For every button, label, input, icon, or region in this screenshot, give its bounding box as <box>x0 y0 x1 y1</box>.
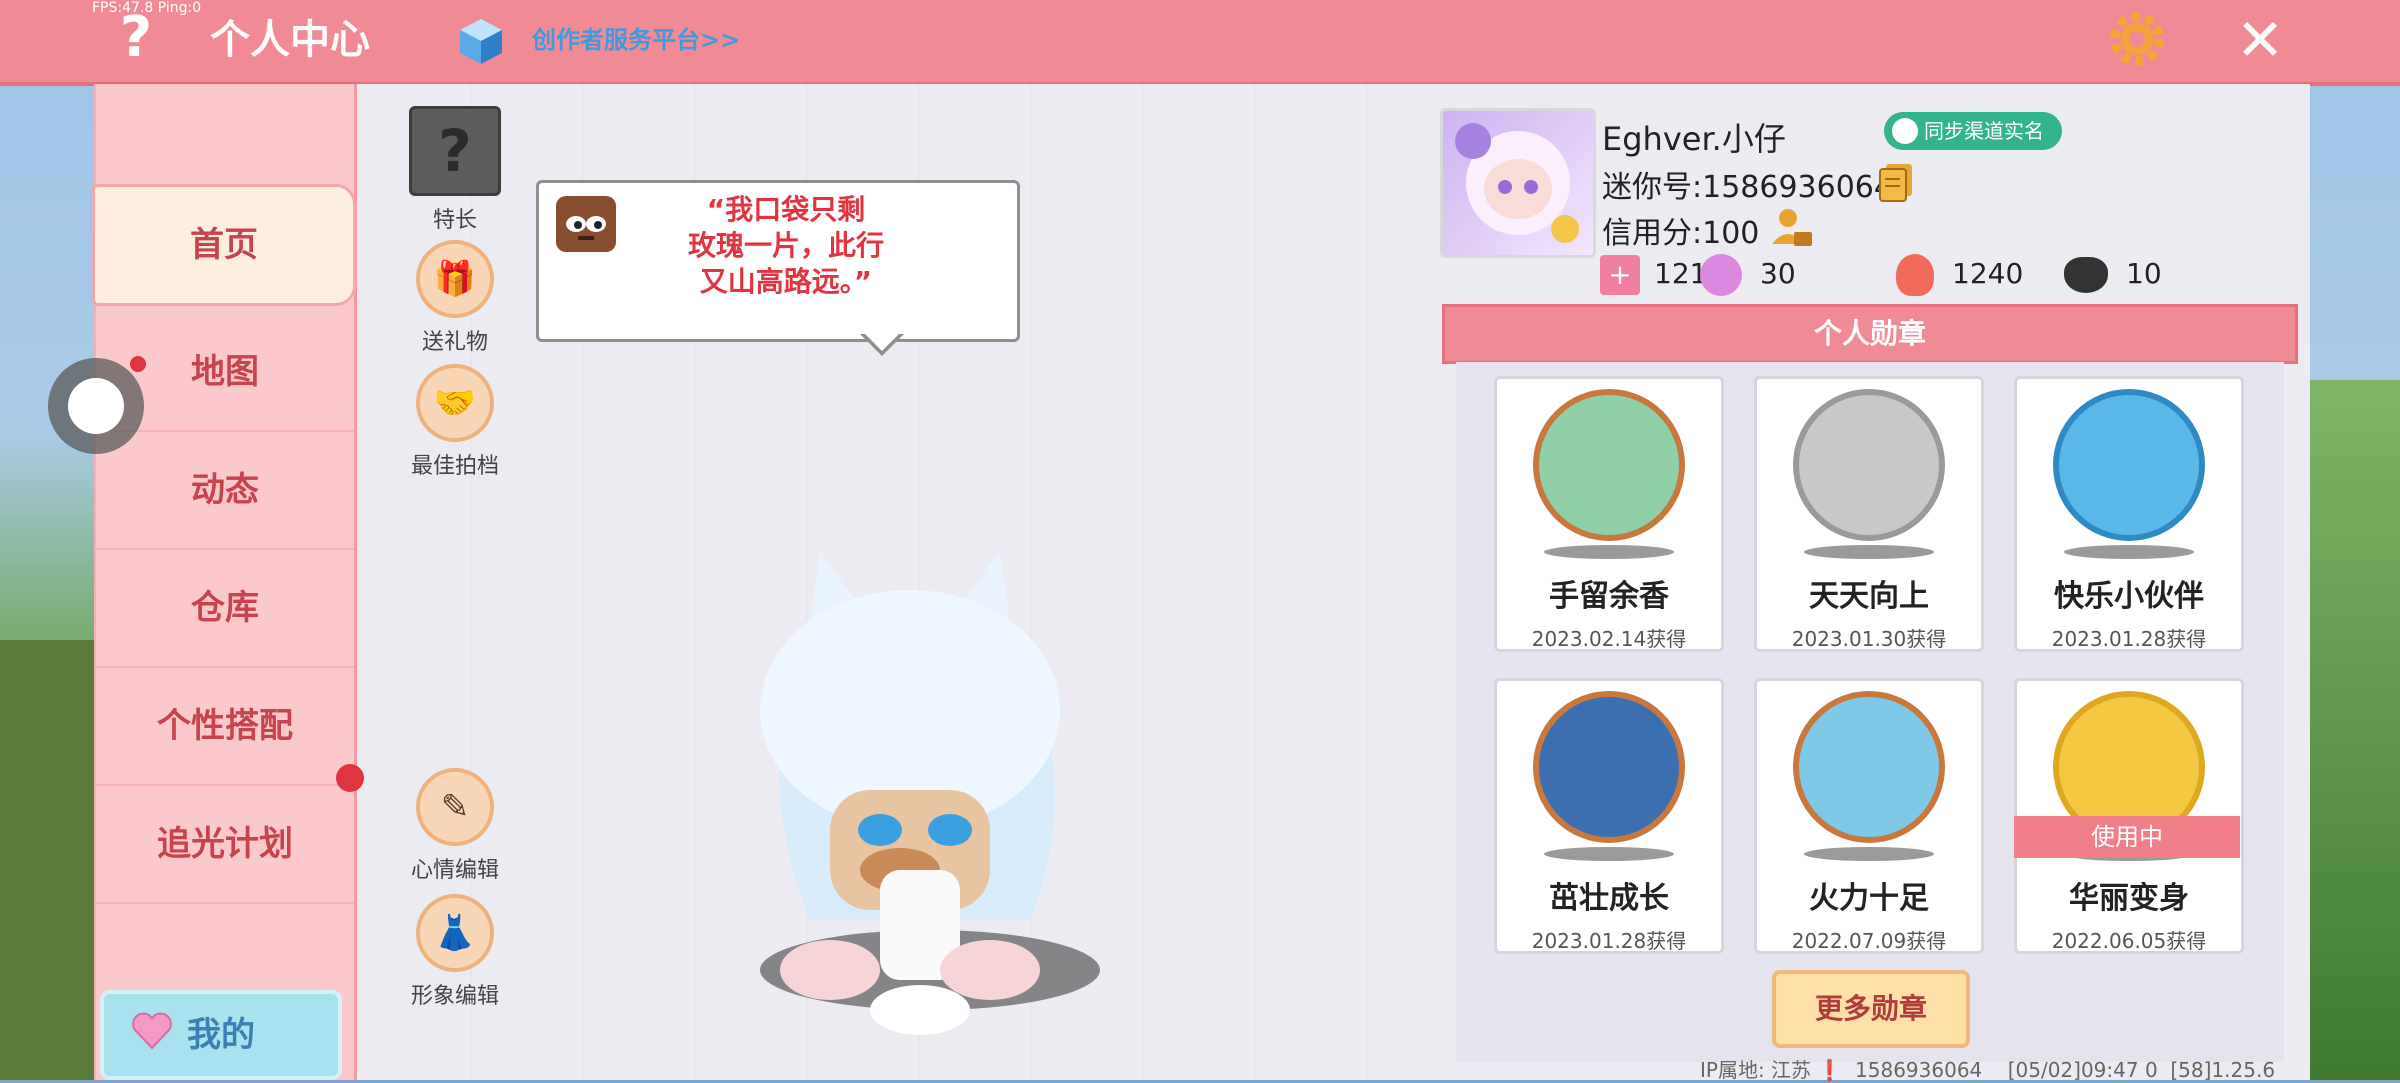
hearts-icon <box>2064 257 2108 293</box>
bubble-tail-fill <box>863 332 901 351</box>
profile-avatar[interactable] <box>1440 108 1596 258</box>
mini-id: 迷你号:1586936064 <box>1602 170 1893 205</box>
stat-popularity-value: 1240 <box>1952 257 2024 290</box>
sidebar-item-warehouse[interactable]: 仓库 <box>96 550 354 668</box>
mood-edit-label: 心情编辑 <box>410 858 499 883</box>
image-edit-label: 形象编辑 <box>410 984 499 1009</box>
medal-date: 2023.02.14获得 <box>1531 627 1687 651</box>
talent-action[interactable]: ? 特长 <box>400 106 510 234</box>
stat-likes-value: 10 <box>2126 257 2162 290</box>
fire-icon <box>1896 254 1934 296</box>
medal-pedestal <box>1544 545 1674 559</box>
sidebar-item-outfit[interactable]: 个性搭配 <box>96 668 354 786</box>
medal-card[interactable]: 天天向上 2023.01.30获得 <box>1754 376 1984 652</box>
heart-icon <box>132 1012 172 1050</box>
stat-fans-value: 30 <box>1760 257 1796 290</box>
medal-card[interactable]: 快乐小伙伴 2023.01.28获得 <box>2014 376 2244 652</box>
outfit-icon: 👗 <box>416 894 494 972</box>
credit-score: 信用分:100 <box>1602 216 1760 251</box>
joystick-knob[interactable] <box>68 378 124 434</box>
realname-badge[interactable]: 同步渠道实名 <box>1884 112 2062 150</box>
medal-pedestal <box>1544 847 1674 861</box>
mood-text: “我口袋只剩 玫瑰一片，此行 又山高路远。” <box>687 193 884 298</box>
partner-label: 最佳拍档 <box>410 454 499 479</box>
image-edit-action[interactable]: 👗 形象编辑 <box>400 894 510 1010</box>
sidebar: 首页 地图 动态 仓库 个性搭配 追光计划 <box>92 84 357 1080</box>
medal-card[interactable]: 手留余香 2023.02.14获得 <box>1494 376 1724 652</box>
fans-icon <box>1700 254 1742 296</box>
realname-label: 同步渠道实名 <box>1924 119 2044 143</box>
footer-info: IP属地: 江苏 ❗ 1586936064 [05/02]09:47 0 [58… <box>1700 1058 2276 1082</box>
medal-icon <box>1533 389 1685 541</box>
user-badge-icon[interactable] <box>1768 204 1814 250</box>
stat-fans: 30 <box>1700 252 1796 296</box>
medal-name: 手留余香 <box>1549 579 1669 614</box>
gift-label: 送礼物 <box>421 330 488 355</box>
username: Eghver.小仔 <box>1602 120 1786 158</box>
gift-action[interactable]: 🎁 送礼物 <box>400 240 510 356</box>
medal-name: 快乐小伙伴 <box>2054 579 2204 614</box>
stat-likes: 10 <box>2064 252 2162 296</box>
close-button[interactable]: ✕ <box>2230 10 2290 70</box>
handshake-icon: 🤝 <box>416 364 494 442</box>
medal-card[interactable]: 火力十足 2022.07.09获得 <box>1754 678 1984 954</box>
question-icon: ? <box>409 106 501 196</box>
more-medals-button[interactable]: 更多勋章 <box>1772 970 1970 1048</box>
page-title: 个人中心 <box>210 17 370 63</box>
medal-name: 华丽变身 <box>2069 881 2189 916</box>
medal-pedestal <box>1804 545 1934 559</box>
cube-icon[interactable] <box>456 16 506 66</box>
medal-date: 2023.01.28获得 <box>1531 929 1687 953</box>
background-hill <box>2300 380 2400 1080</box>
gift-icon: 🎁 <box>416 240 494 318</box>
help-button[interactable]: ? <box>108 6 164 70</box>
medal-icon <box>1793 389 1945 541</box>
medal-icon <box>1793 691 1945 843</box>
in-use-badge: 使用中 <box>2014 816 2240 858</box>
user-check-icon <box>1892 118 1918 144</box>
medal-icon <box>1533 691 1685 843</box>
medal-name: 天天向上 <box>1809 579 1929 614</box>
talent-label: 特长 <box>432 208 477 233</box>
medal-icon <box>2053 389 2205 541</box>
stat-popularity: 1240 <box>1896 252 2023 296</box>
edit-icon: ✎ <box>416 768 494 846</box>
medal-date: 2022.06.05获得 <box>2051 929 2207 953</box>
medal-date: 2022.07.09获得 <box>1791 929 1947 953</box>
stat-level: +121 <box>1600 252 1707 296</box>
medal-card[interactable]: 茁壮成长 2023.01.28获得 <box>1494 678 1724 954</box>
mood-edit-action[interactable]: ✎ 心情编辑 <box>400 768 510 884</box>
sidebar-item-home[interactable]: 首页 <box>92 184 356 306</box>
creator-platform-link[interactable]: 创作者服务平台>> <box>532 20 740 60</box>
notification-dot <box>130 356 146 372</box>
plus-bookmark-icon: + <box>1600 255 1640 295</box>
partner-action[interactable]: 🤝 最佳拍档 <box>400 364 510 480</box>
medal-name: 火力十足 <box>1809 881 1929 916</box>
background-block <box>0 640 95 1080</box>
medal-pedestal <box>1804 847 1934 861</box>
medal-name: 茁壮成长 <box>1549 881 1669 916</box>
sidebar-item-feed[interactable]: 动态 <box>96 432 354 550</box>
medal-header: 个人勋章 <box>1442 304 2298 364</box>
player-avatar[interactable] <box>700 540 1120 1040</box>
sidebar-item-chase-light[interactable]: 追光计划 <box>96 786 354 904</box>
copy-icon[interactable] <box>1878 162 1914 202</box>
medal-date: 2023.01.30获得 <box>1791 627 1947 651</box>
medal-date: 2023.01.28获得 <box>2051 627 2207 651</box>
bear-face-icon <box>556 196 616 252</box>
gear-icon[interactable] <box>2106 8 2168 70</box>
notification-dot <box>336 764 364 792</box>
medal-pedestal <box>2064 545 2194 559</box>
